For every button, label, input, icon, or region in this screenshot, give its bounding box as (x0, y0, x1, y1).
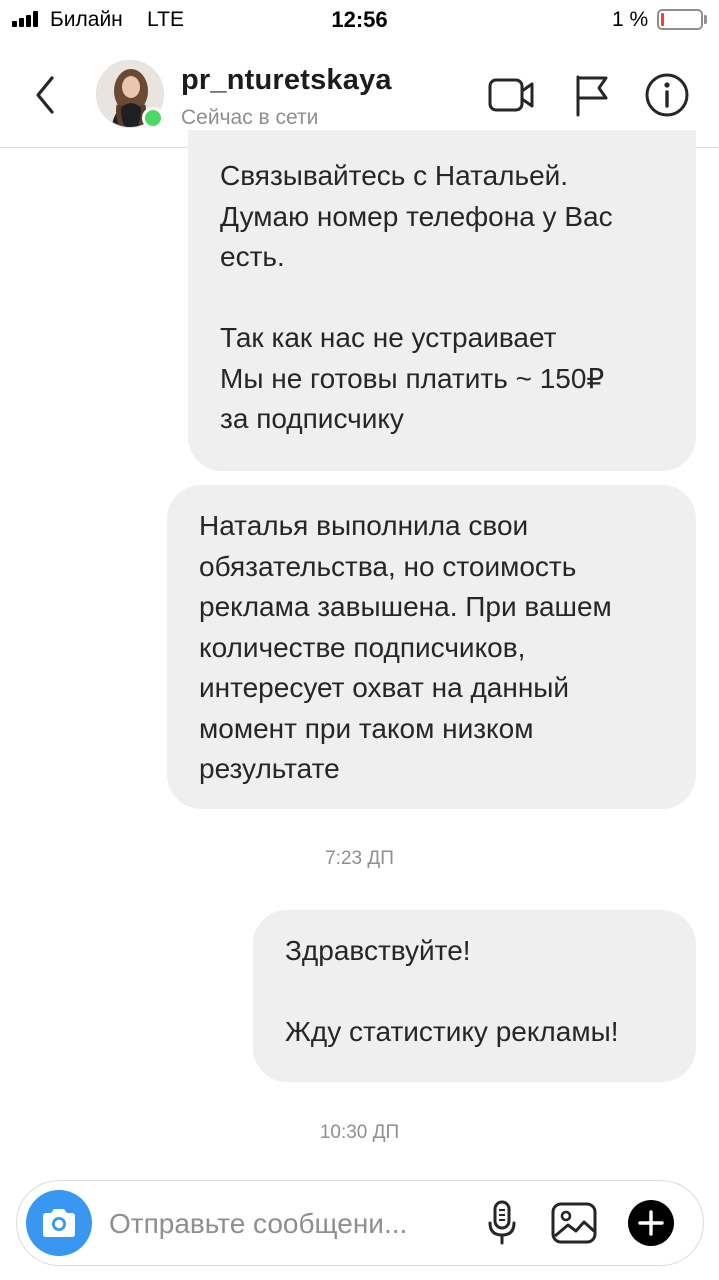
gallery-button[interactable] (547, 1196, 601, 1250)
message-line (220, 278, 696, 319)
message-line (285, 972, 696, 1013)
info-icon (645, 73, 689, 117)
battery-icon (657, 9, 703, 30)
battery-level (661, 13, 664, 26)
message-line: реклама завышена. При вашем (199, 591, 612, 622)
message-line: обязательства, но стоимость (199, 550, 577, 582)
flag-icon (576, 75, 608, 117)
message-line: количестве подписчиков, (199, 631, 526, 663)
gallery-icon (551, 1202, 597, 1244)
more-options-button[interactable] (624, 1196, 678, 1250)
profile-avatar[interactable] (96, 60, 166, 130)
status-bar: Билайн LTE 12:56 1 % (0, 0, 719, 40)
message-line: Здравствуйте! (285, 935, 471, 966)
message-line: Связывайтесь с Натальей. (220, 160, 569, 191)
message-timestamp: 7:23 ДП (325, 848, 394, 869)
message-input[interactable] (109, 1201, 457, 1247)
message-line: Мы не готовы платить ~ 150₽ (220, 362, 605, 394)
message-composer (16, 1180, 704, 1266)
message-line: Думаю номер телефона у Вас (220, 200, 613, 232)
message-line: Наталья выполнила свои (199, 510, 529, 541)
message-bubble[interactable]: Связывайтесь с Натальей. Думаю номер тел… (188, 130, 696, 471)
chat-username[interactable]: pr_nturetskaya (181, 64, 392, 97)
camera-icon (43, 1209, 75, 1237)
message-line: Жду статистику рекламы! (285, 1016, 619, 1047)
message-timestamp: 10:30 ДП (319, 1122, 400, 1143)
battery-tip (704, 15, 707, 24)
message-bubble[interactable]: Наталья выполнила свои обязательства, но… (167, 485, 696, 809)
message-line: результате (199, 753, 340, 784)
message-line: есть. (220, 241, 285, 272)
plus-icon (628, 1200, 674, 1246)
message-line: Так как нас не устраивает (220, 322, 557, 353)
camera-button[interactable] (26, 1190, 92, 1256)
battery-percent: 1 % (612, 8, 649, 31)
message-line: за подписчику (220, 403, 404, 434)
microphone-icon (488, 1200, 516, 1245)
message-line: интересует охват на данный (199, 672, 570, 703)
online-indicator (142, 107, 164, 129)
video-call-button[interactable] (486, 70, 536, 120)
info-button[interactable] (642, 70, 692, 120)
message-bubble[interactable]: Здравствуйте! Жду статистику рекламы! (253, 910, 696, 1082)
back-button[interactable] (26, 70, 66, 120)
voice-message-button[interactable] (475, 1196, 529, 1250)
report-flag-button[interactable] (566, 70, 616, 120)
message-line: момент при таком низком (199, 712, 534, 744)
back-chevron-icon (36, 76, 54, 114)
video-camera-icon (488, 78, 534, 112)
presence-status: Сейчас в сети (181, 106, 319, 129)
